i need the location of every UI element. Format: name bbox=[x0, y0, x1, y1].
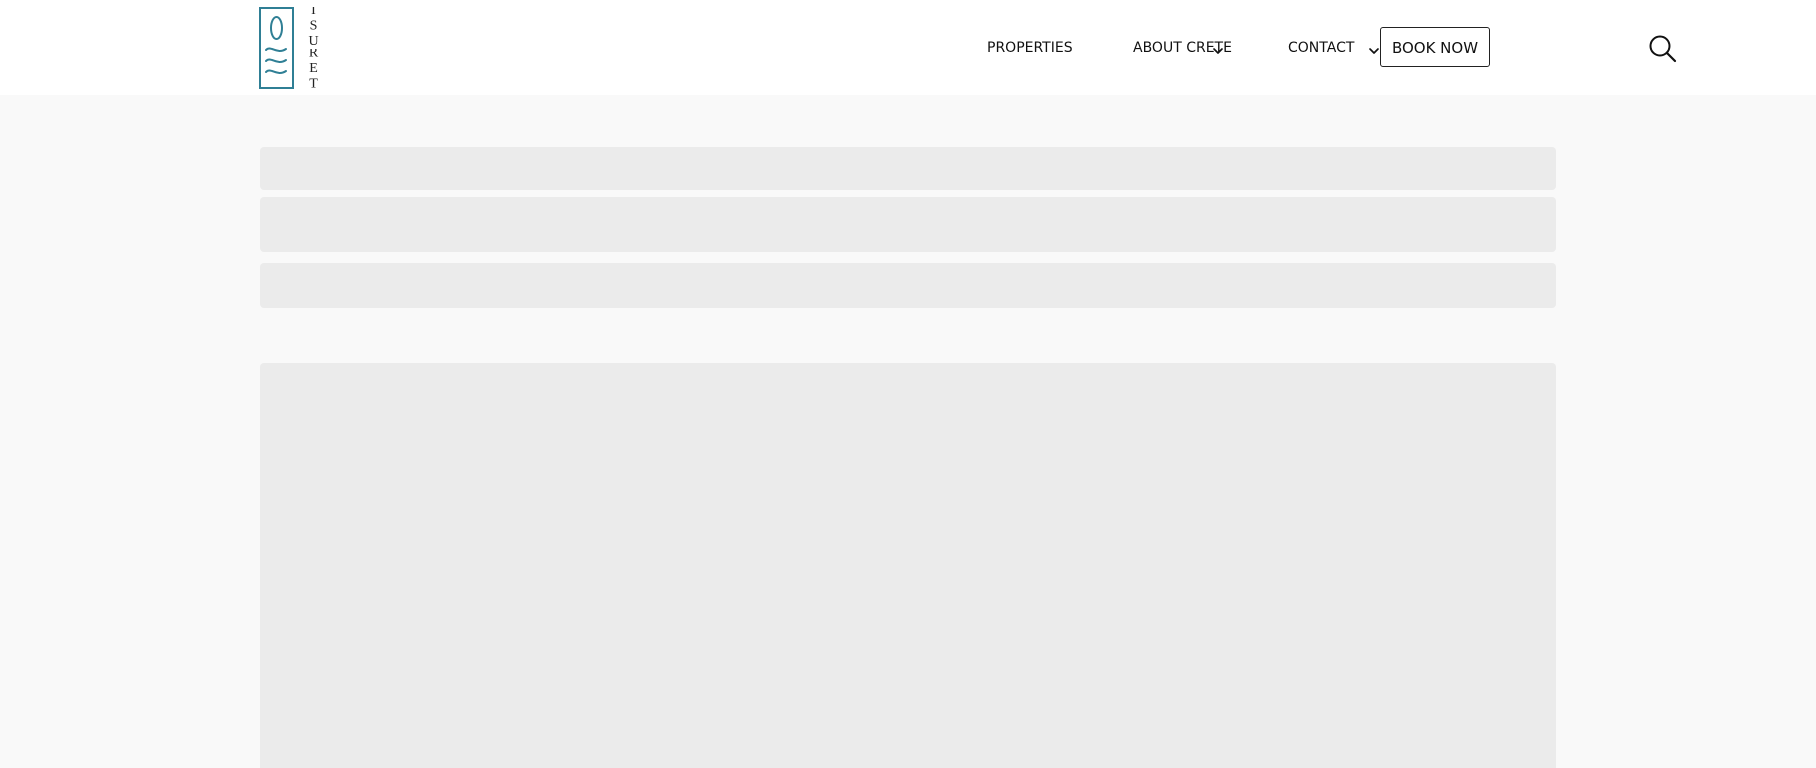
loading-placeholder-hero bbox=[260, 363, 1556, 768]
site-header: LEISURE CRETE PROPERTIES ABOUT CRETE CON… bbox=[0, 0, 1816, 95]
loading-placeholder-meta bbox=[260, 263, 1556, 308]
loading-placeholder-subtitle bbox=[260, 197, 1556, 252]
chevron-down-icon[interactable] bbox=[1212, 42, 1224, 54]
nav-properties[interactable]: PROPERTIES bbox=[987, 38, 1073, 58]
chevron-down-icon[interactable] bbox=[1368, 42, 1380, 54]
site-logo[interactable]: LEISURE CRETE bbox=[259, 7, 331, 89]
logo-word-bottom: CRETE bbox=[306, 49, 321, 88]
nav-contact[interactable]: CONTACT bbox=[1288, 38, 1354, 58]
loading-placeholder-title bbox=[260, 147, 1556, 190]
book-now-button[interactable]: BOOK NOW bbox=[1380, 27, 1490, 67]
logo-word-top: LEISURE bbox=[296, 7, 330, 46]
search-icon[interactable] bbox=[1648, 34, 1678, 64]
